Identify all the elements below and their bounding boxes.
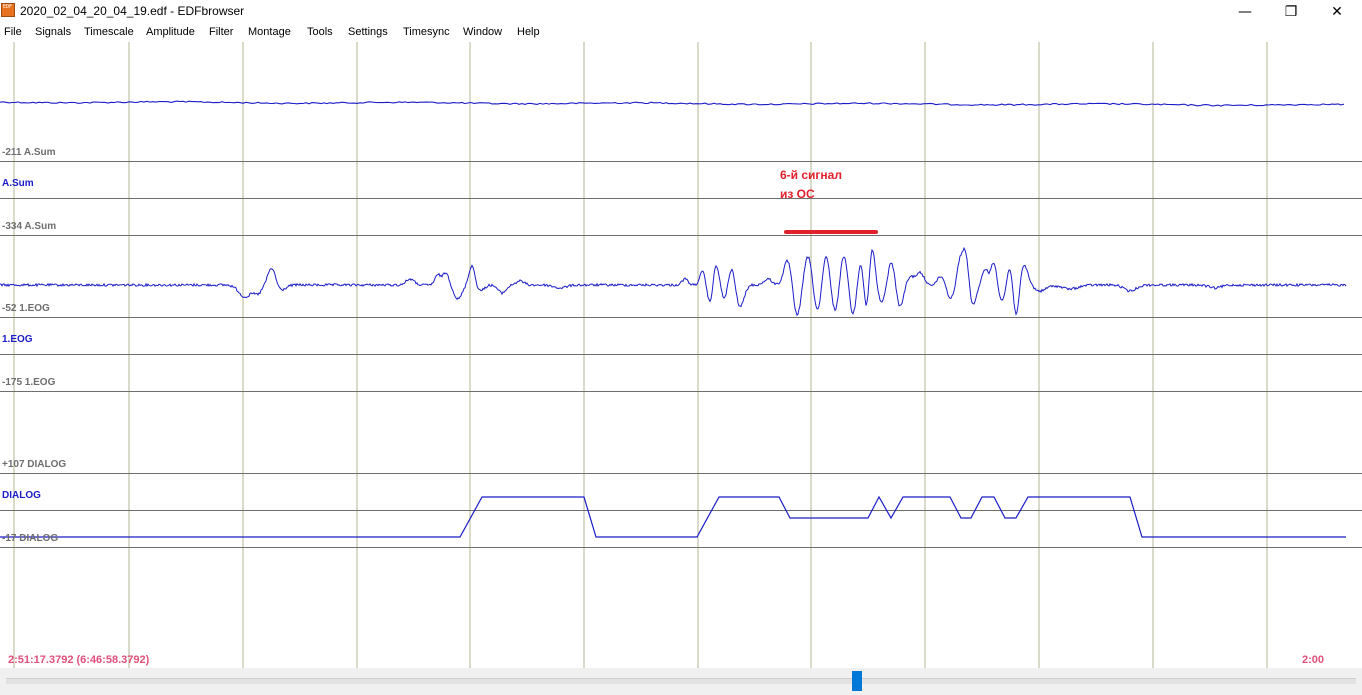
menu-help[interactable]: Help: [517, 26, 540, 38]
menu-settings[interactable]: Settings: [348, 26, 388, 38]
eog-top-value: -52 1.EOG: [2, 303, 50, 314]
dialog-signal-label[interactable]: DIALOG: [2, 490, 41, 501]
menu-amplitude[interactable]: Amplitude: [146, 26, 195, 38]
menu-tools[interactable]: Tools: [307, 26, 333, 38]
menu-filter[interactable]: Filter: [209, 26, 233, 38]
signal-canvas: [0, 42, 1362, 668]
menu-timesync[interactable]: Timesync: [403, 26, 450, 38]
window-title: 2020_02_04_20_04_19.edf - EDFbrowser: [20, 4, 245, 18]
title-bar: EDF 2020_02_04_20_04_19.edf - EDFbrowser…: [0, 0, 1362, 24]
menu-window[interactable]: Window: [463, 26, 502, 38]
dialog-bottom-value: -17 DIALOG: [2, 533, 59, 544]
page-duration-label: 2:00: [1302, 654, 1325, 666]
eog-signal-label[interactable]: 1.EOG: [2, 334, 33, 345]
menu-bar: File Signals Timescale Amplitude Filter …: [0, 24, 1362, 42]
horizontal-scrollbar[interactable]: [0, 668, 1362, 695]
menu-montage[interactable]: Montage: [248, 26, 291, 38]
close-button[interactable]: ✕: [1314, 0, 1360, 24]
scroll-track[interactable]: [6, 678, 1356, 684]
trace-1-eog: [0, 246, 1347, 317]
maximize-button[interactable]: ❐: [1268, 0, 1314, 24]
horizontal-grid: [0, 161, 1362, 548]
menu-timescale[interactable]: Timescale: [84, 26, 134, 38]
app-icon-text: EDF: [3, 4, 13, 10]
scroll-thumb[interactable]: [852, 671, 862, 691]
asum-bottom-value: -334 A.Sum: [2, 221, 57, 232]
minimize-button[interactable]: —: [1222, 0, 1268, 24]
annotation-line-2: из ОС: [780, 187, 815, 201]
asum-signal-label[interactable]: A.Sum: [2, 178, 34, 189]
dialog-top-value: +107 DIALOG: [2, 459, 67, 470]
edfbrowser-icon: EDF: [1, 3, 15, 17]
signal-plot-area[interactable]: -211 A.Sum A.Sum -334 A.Sum -52 1.EOG 1.…: [0, 42, 1362, 668]
eog-bottom-value: -175 1.EOG: [2, 377, 56, 388]
menu-file[interactable]: File: [4, 26, 22, 38]
start-time-label: 2:51:17.3792 (6:46:58.3792): [8, 654, 150, 666]
annotation-text: 6-й сигнал из ОС: [780, 166, 842, 204]
annotation-line-1: 6-й сигнал: [780, 168, 842, 182]
asum-top-value: -211 A.Sum: [2, 147, 56, 158]
menu-signals[interactable]: Signals: [35, 26, 71, 38]
trace-dialog: [0, 495, 1346, 538]
trace-a-sum: [0, 100, 1345, 107]
